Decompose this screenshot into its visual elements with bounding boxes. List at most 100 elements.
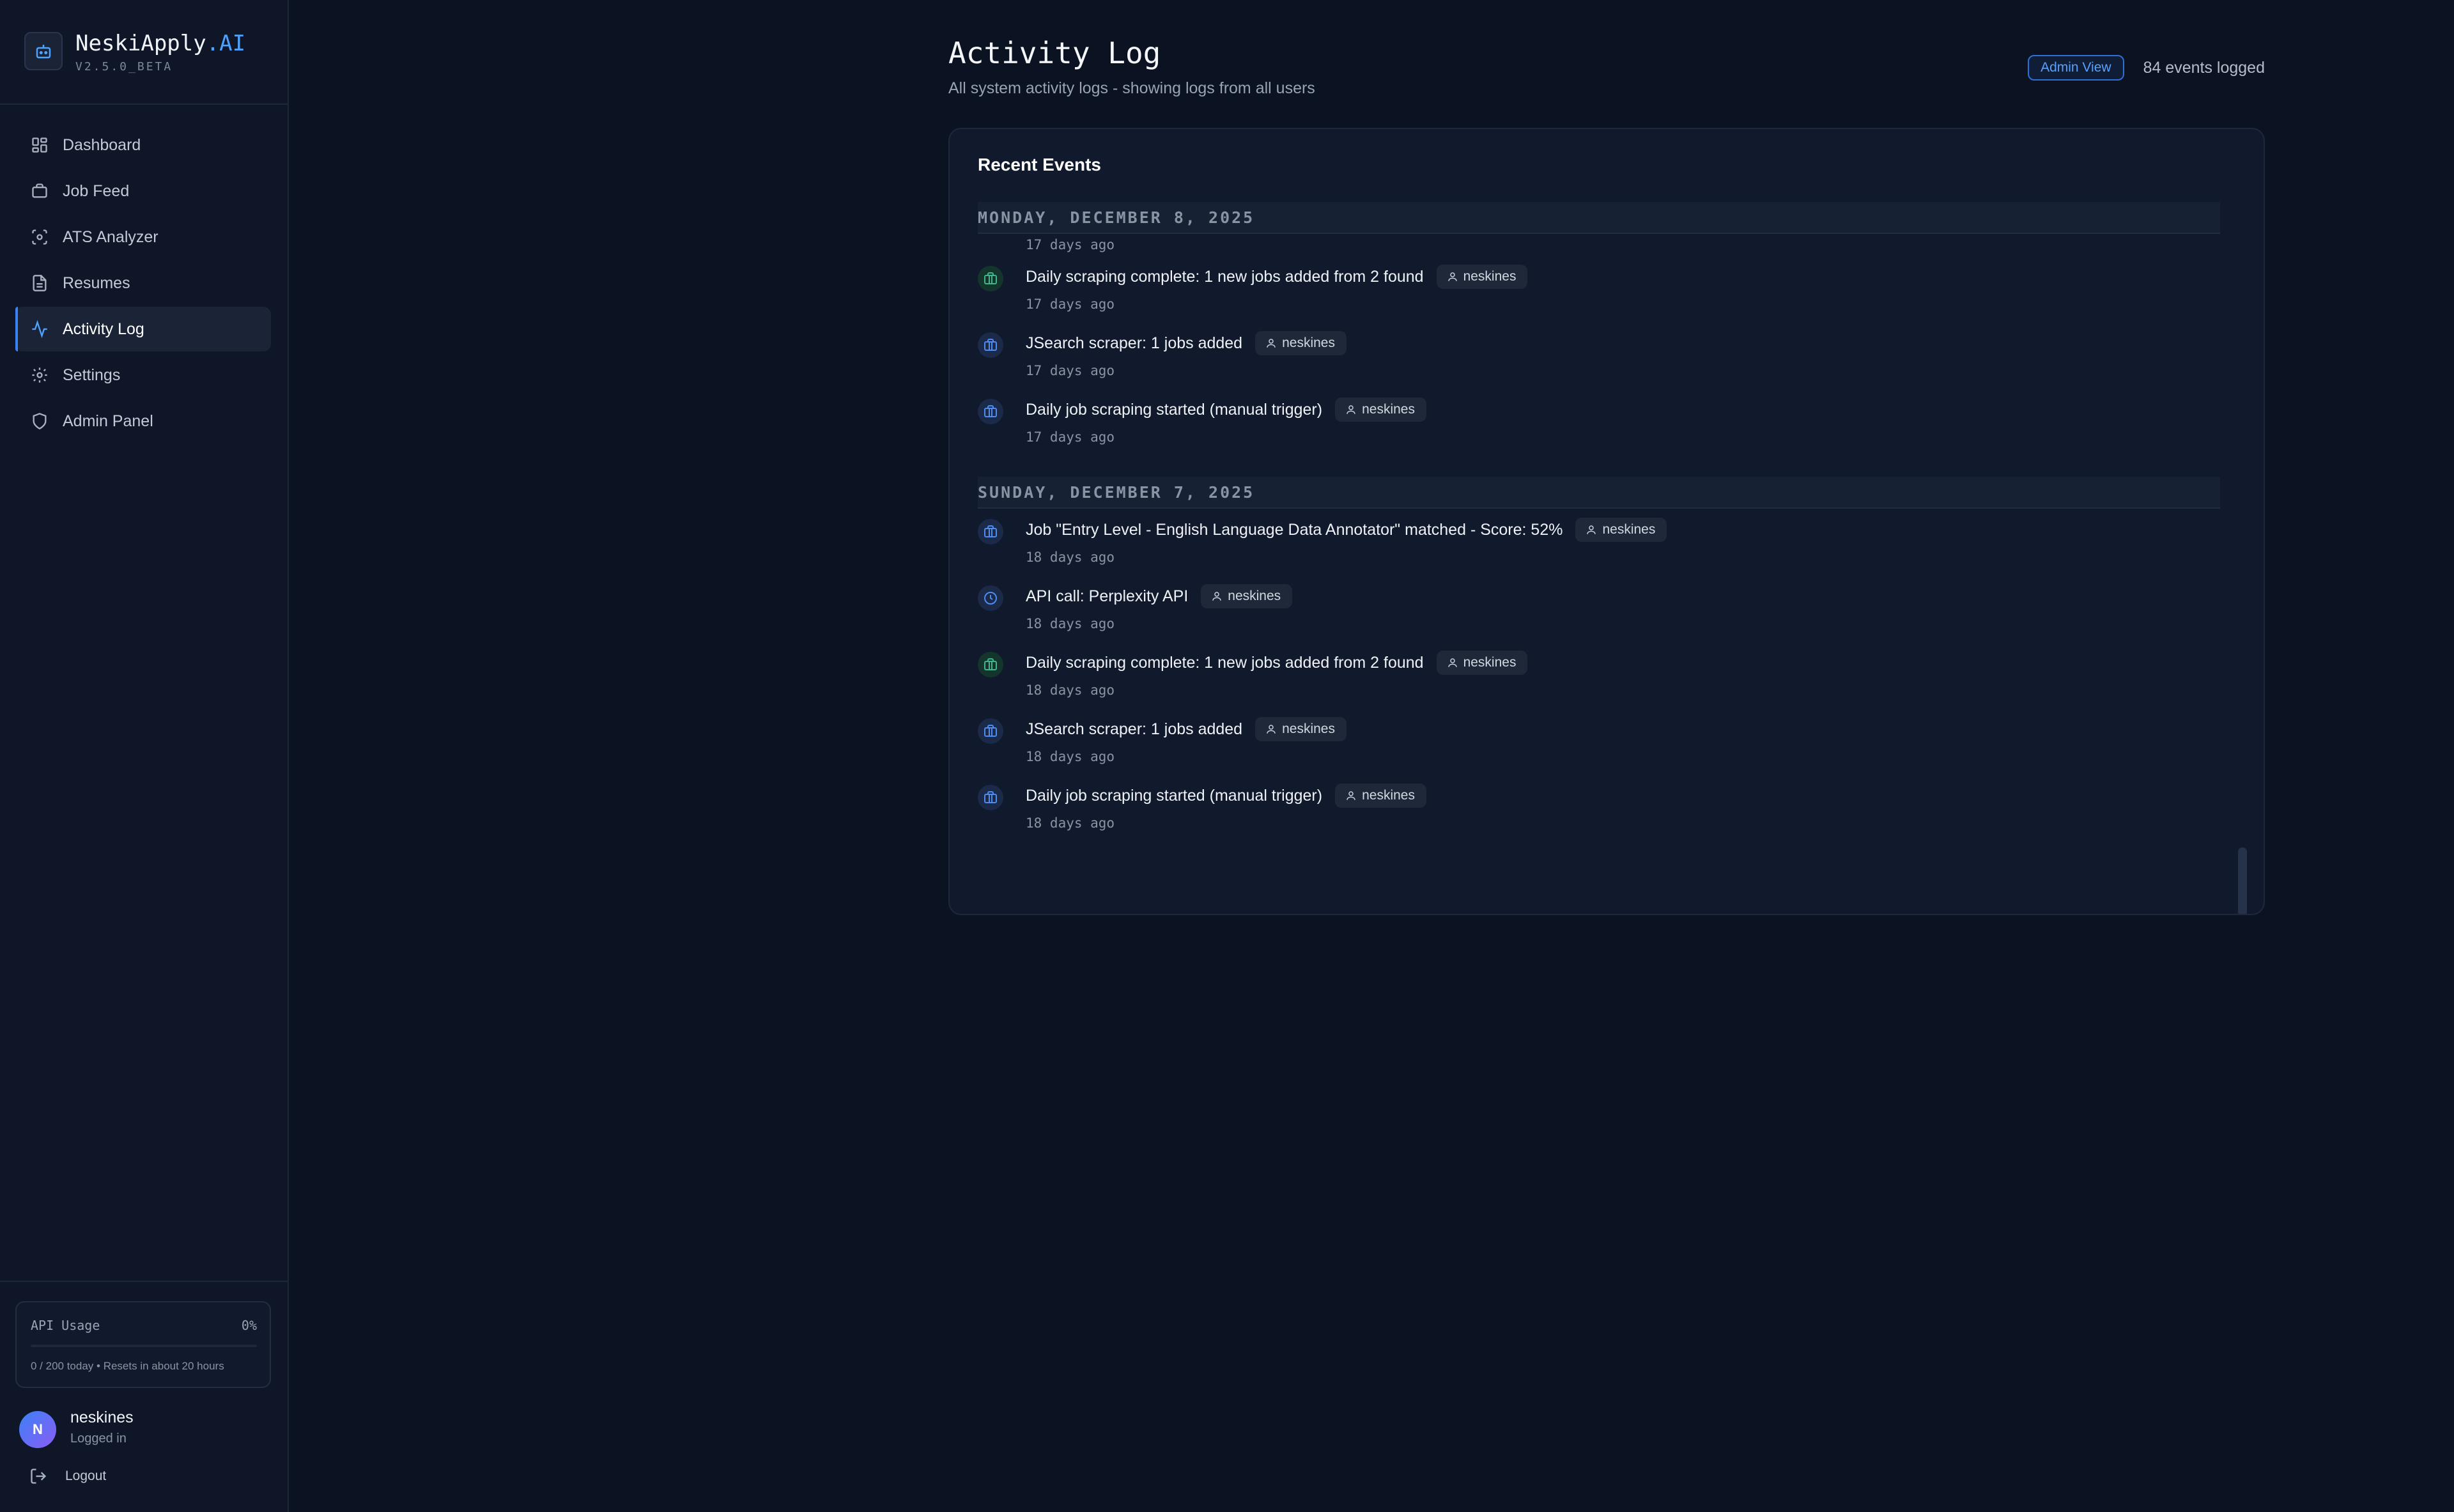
page-header: Activity Log All system activity logs - … [948, 36, 2265, 106]
user-icon [1211, 590, 1228, 602]
scrollbar-thumb[interactable] [2238, 847, 2247, 914]
api-usage-card: API Usage 0% 0 / 200 today • Resets in a… [15, 1301, 271, 1388]
app-version: V2.5.0_BETA [75, 60, 173, 73]
clock-icon [978, 585, 1003, 611]
user-icon [1447, 271, 1463, 282]
sidebar-item-job-feed[interactable]: Job Feed [15, 169, 271, 213]
sidebar-item-label: Dashboard [63, 135, 141, 154]
event-time: 18 days ago [1026, 815, 1115, 831]
scrollbar[interactable] [2238, 202, 2247, 914]
activity-icon [32, 320, 47, 338]
event-time: 17 days ago [1026, 363, 1115, 378]
event-time: 17 days ago [1026, 297, 1115, 312]
brand[interactable]: NeskiApply.AI V2.5.0_BETA [0, 0, 288, 105]
user-chip[interactable]: neskines [1335, 783, 1426, 808]
admin-view-badge: Admin View [2028, 55, 2124, 81]
event-time: 18 days ago [1026, 616, 1115, 631]
briefcase-icon [978, 785, 1003, 810]
briefcase-icon [978, 332, 1003, 358]
event-row[interactable]: JSearch scraper: 1 jobs added neskines 18 … [978, 708, 2220, 775]
user-chip[interactable]: neskines [1436, 651, 1528, 675]
event-row[interactable]: Daily job scraping started (manual trigg… [978, 775, 2220, 841]
user-icon [1345, 404, 1362, 415]
user-chip-name: neskines [1463, 655, 1516, 670]
sidebar-item-label: ATS Analyzer [63, 228, 158, 246]
event-message: Daily job scraping started (manual trigg… [1026, 786, 1323, 805]
user-chip-name: neskines [1282, 336, 1335, 350]
briefcase-icon [978, 266, 1003, 291]
event-message: Daily scraping complete: 1 new jobs adde… [1026, 267, 1424, 286]
user-profile[interactable]: N neskines Logged in [19, 1408, 275, 1449]
events-list[interactable]: MONDAY, DECEMBER 8, 2025 17 days ago Daily… [978, 202, 2220, 892]
scan-icon [32, 229, 47, 245]
briefcase-icon [978, 652, 1003, 677]
event-time: 17 days ago [1026, 237, 1115, 252]
event-line: Daily scraping complete: 1 new jobs adde… [1026, 651, 1528, 675]
event-line: API call: Perplexity API neskines [1026, 584, 1293, 608]
event-line: JSearch scraper: 1 jobs added neskines [1026, 331, 1347, 355]
user-icon [1345, 790, 1362, 801]
event-message: Daily job scraping started (manual trigg… [1026, 400, 1323, 419]
event-message: Daily scraping complete: 1 new jobs adde… [1026, 653, 1424, 672]
event-time: 18 days ago [1026, 749, 1115, 764]
sidebar-item-admin-panel[interactable]: Admin Panel [15, 399, 271, 444]
event-time: 18 days ago [1026, 683, 1115, 698]
event-row[interactable]: API call: Perplexity API neskines 18 days … [978, 575, 2220, 642]
event-row[interactable]: Daily job scraping started (manual trigg… [978, 389, 2220, 455]
event-row[interactable]: Daily scraping complete: 1 new jobs adde… [978, 642, 2220, 708]
logout-icon [31, 1469, 47, 1484]
logout-label: Logout [65, 1469, 107, 1483]
user-chip[interactable]: neskines [1201, 584, 1293, 608]
document-icon [33, 275, 47, 291]
shield-icon [33, 413, 47, 429]
user-chip-name: neskines [1463, 269, 1516, 284]
briefcase-icon [978, 399, 1003, 424]
sidebar-item-activity-log[interactable]: Activity Log [15, 307, 271, 351]
sidebar-item-dashboard[interactable]: Dashboard [15, 123, 271, 167]
app-name: NeskiApply.AI [75, 31, 246, 56]
sidebar-item-resumes[interactable]: Resumes [15, 261, 271, 305]
user-chip-name: neskines [1228, 589, 1281, 603]
event-row[interactable]: Job "Entry Level - English Language Data… [978, 509, 2220, 575]
header-meta: Admin View 84 events logged [2028, 55, 2265, 81]
user-chip[interactable]: neskines [1575, 518, 1667, 542]
sidebar-item-ats-analyzer[interactable]: ATS Analyzer [15, 215, 271, 259]
event-message: JSearch scraper: 1 jobs added [1026, 334, 1243, 352]
user-chip-name: neskines [1602, 522, 1656, 537]
api-usage-label: API Usage [31, 1318, 100, 1333]
user-chip[interactable]: neskines [1255, 331, 1347, 355]
recent-events-card: Recent Events MONDAY, DECEMBER 8, 2025 17… [948, 128, 2265, 915]
briefcase-icon [978, 519, 1003, 544]
user-chip[interactable]: neskines [1255, 717, 1347, 741]
event-time: 18 days ago [1026, 550, 1115, 565]
day-header: SUNDAY, DECEMBER 7, 2025 [978, 477, 2220, 509]
user-chip-name: neskines [1282, 721, 1335, 736]
user-icon [1265, 337, 1282, 349]
gear-icon [32, 367, 47, 383]
bot-icon [24, 32, 63, 70]
user-chip[interactable]: neskines [1436, 265, 1528, 289]
logout-button[interactable]: Logout [29, 1467, 106, 1485]
page-title: Activity Log [948, 36, 1161, 70]
event-row[interactable]: Daily scraping complete: 1 new jobs adde… [978, 256, 2220, 322]
api-usage-bar [31, 1345, 257, 1347]
user-icon [1265, 723, 1282, 735]
sidebar-item-label: Job Feed [63, 181, 130, 200]
user-chip[interactable]: neskines [1335, 397, 1426, 422]
sidebar-item-label: Activity Log [63, 320, 144, 338]
api-usage-percent: 0% [241, 1318, 257, 1333]
briefcase-icon [32, 183, 47, 198]
event-line: Daily job scraping started (manual trigg… [1026, 783, 1426, 808]
page-subtitle: All system activity logs - showing logs … [948, 79, 1315, 97]
event-line: Daily job scraping started (manual trigg… [1026, 397, 1426, 422]
sidebar-item-label: Settings [63, 366, 121, 384]
sidebar-item-settings[interactable]: Settings [15, 353, 271, 397]
card-title: Recent Events [978, 155, 1101, 174]
event-row[interactable]: JSearch scraper: 1 jobs added neskines 17 … [978, 322, 2220, 389]
dashboard-icon [32, 137, 47, 153]
event-message: Job "Entry Level - English Language Data… [1026, 520, 1563, 539]
event-time: 17 days ago [1026, 429, 1115, 445]
event-line: JSearch scraper: 1 jobs added neskines [1026, 717, 1347, 741]
user-icon [1586, 524, 1602, 536]
